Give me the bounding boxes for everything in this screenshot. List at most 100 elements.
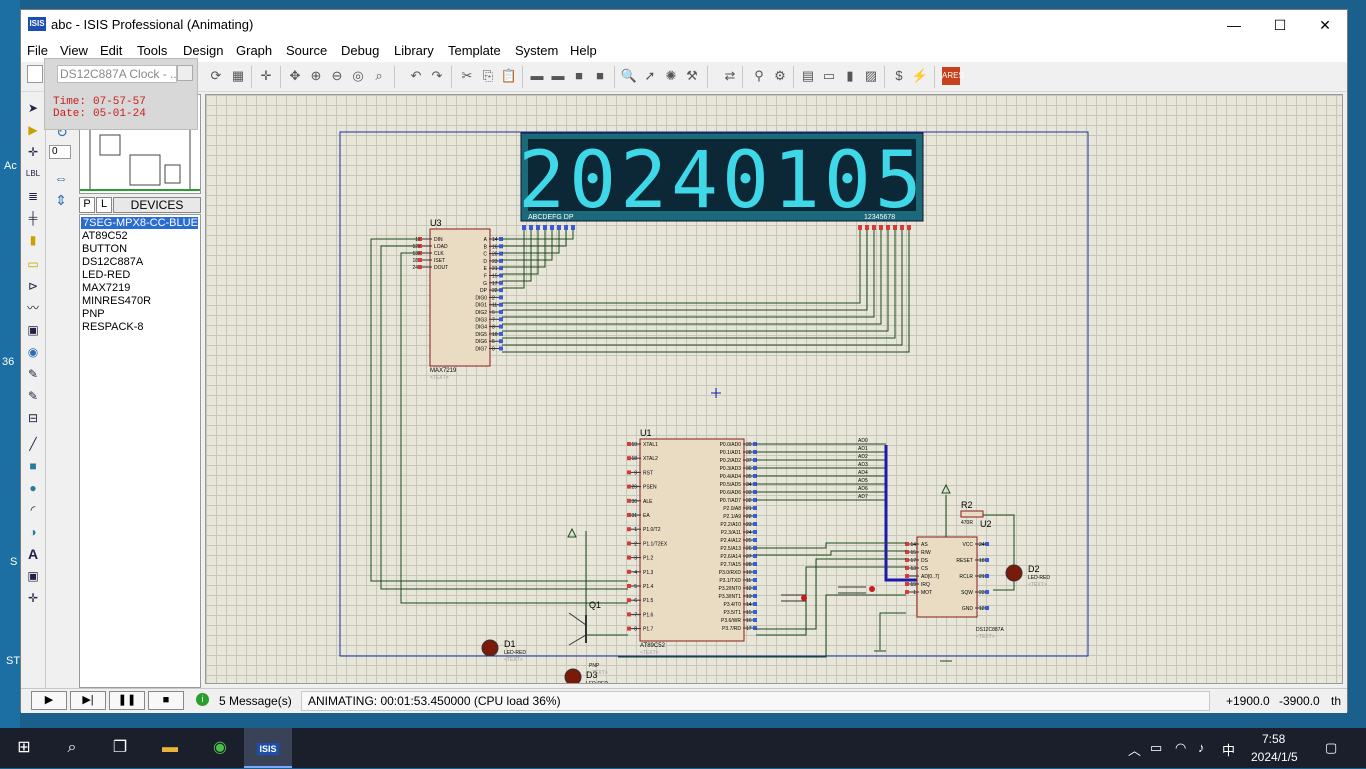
clock-time[interactable]: 7:58 bbox=[1262, 732, 1285, 746]
menu-library[interactable]: Library bbox=[394, 43, 434, 58]
arc-tool-icon[interactable]: ◜ bbox=[24, 501, 42, 519]
zoom-all-icon[interactable]: ◎ bbox=[349, 67, 367, 85]
file-explorer-icon[interactable]: ▬ bbox=[146, 728, 194, 768]
menu-source[interactable]: Source bbox=[286, 43, 327, 58]
redo-icon[interactable]: ↷ bbox=[428, 67, 446, 85]
block-rotate-icon[interactable]: ■ bbox=[570, 67, 588, 85]
line-tool-icon[interactable]: ╱ bbox=[24, 435, 42, 453]
pick-devices-button[interactable]: P bbox=[79, 197, 95, 213]
copy-icon[interactable]: ⎘ bbox=[479, 67, 497, 85]
menu-debug[interactable]: Debug bbox=[341, 43, 379, 58]
search-icon[interactable]: ⌕ bbox=[48, 728, 96, 768]
wire-autorouter-icon[interactable]: ⇄ bbox=[721, 67, 739, 85]
flip-horizontal-icon[interactable]: ⇔ bbox=[51, 170, 71, 188]
minimize-button[interactable]: — bbox=[1211, 10, 1257, 40]
menu-help[interactable]: Help bbox=[570, 43, 597, 58]
marker-tool-icon[interactable]: ✛ bbox=[24, 589, 42, 607]
tape-recorder-icon[interactable]: ▣ bbox=[24, 321, 42, 339]
generator-icon[interactable]: ◉ bbox=[24, 343, 42, 361]
paste-icon[interactable]: 📋 bbox=[500, 67, 518, 85]
ime-indicator[interactable]: 中 bbox=[1222, 740, 1235, 759]
menu-file[interactable]: File bbox=[27, 43, 48, 58]
zoom-in-icon[interactable]: ⊕ bbox=[307, 67, 325, 85]
current-probe-icon[interactable]: ✎ bbox=[24, 387, 42, 405]
wire-label-icon[interactable]: LBL bbox=[24, 165, 42, 183]
box-tool-icon[interactable]: ■ bbox=[24, 457, 42, 475]
zoom-out-icon[interactable]: ⊖ bbox=[328, 67, 346, 85]
property-tool-icon[interactable]: ⚙ bbox=[771, 67, 789, 85]
make-device-icon[interactable]: ➚ bbox=[641, 67, 659, 85]
subcircuit-icon[interactable]: ▮ bbox=[24, 231, 42, 249]
zoom-area-icon[interactable]: ⌕ bbox=[370, 67, 388, 85]
cut-icon[interactable]: ✂ bbox=[458, 67, 476, 85]
bus-icon[interactable]: ╪ bbox=[24, 209, 42, 227]
virtual-instruments-icon[interactable]: ⊟ bbox=[24, 409, 42, 427]
circle-tool-icon[interactable]: ● bbox=[24, 479, 42, 497]
block-copy-icon[interactable]: ▬ bbox=[528, 67, 546, 85]
tray-chevron-icon[interactable]: ︿ bbox=[1128, 740, 1141, 759]
device-item-ds12c887a[interactable]: DS12C887A bbox=[82, 256, 143, 268]
rotation-field[interactable]: 0 bbox=[49, 145, 71, 159]
clock-date[interactable]: 2024/1/5 bbox=[1251, 750, 1298, 764]
symbol-tool-icon[interactable]: ▣ bbox=[24, 567, 42, 585]
menu-graph[interactable]: Graph bbox=[236, 43, 272, 58]
remove-sheet-icon[interactable]: ▭ bbox=[820, 67, 838, 85]
menu-system[interactable]: System bbox=[515, 43, 558, 58]
pause-button[interactable]: ❚❚ bbox=[109, 691, 145, 710]
selection-mode-icon[interactable]: ➤ bbox=[24, 99, 42, 117]
device-item-minres470r[interactable]: MINRES470R bbox=[82, 295, 151, 307]
menu-design[interactable]: Design bbox=[183, 43, 223, 58]
menu-view[interactable]: View bbox=[60, 43, 88, 58]
menu-edit[interactable]: Edit bbox=[100, 43, 122, 58]
device-item-pnp[interactable]: PNP bbox=[82, 308, 105, 320]
refresh-icon[interactable]: ⟳ bbox=[207, 67, 225, 85]
popup-close-icon[interactable] bbox=[177, 65, 193, 81]
graph-mode-icon[interactable]: 〰 bbox=[24, 299, 42, 317]
device-item-7seg[interactable]: 7SEG-MPX8-CC-BLUE bbox=[81, 217, 198, 229]
grid-icon[interactable]: ▦ bbox=[229, 67, 247, 85]
task-view-icon[interactable]: ❐ bbox=[96, 728, 144, 768]
undo-icon[interactable]: ↶ bbox=[407, 67, 425, 85]
volume-icon[interactable]: ♪ bbox=[1198, 740, 1205, 755]
decompose-icon[interactable]: ⚒ bbox=[683, 67, 701, 85]
package-tool-icon[interactable]: ✺ bbox=[662, 67, 680, 85]
message-count[interactable]: 5 Message(s) bbox=[219, 694, 292, 708]
block-move-icon[interactable]: ▬ bbox=[549, 67, 567, 85]
isis-taskbar-icon[interactable]: ISIS bbox=[244, 728, 292, 768]
ares-icon[interactable]: ARES bbox=[942, 67, 964, 85]
stop-button[interactable]: ■ bbox=[148, 691, 184, 710]
text-script-icon[interactable]: ≣ bbox=[24, 187, 42, 205]
netlist-transfer-icon[interactable]: ⚡ bbox=[911, 67, 929, 85]
menu-tools[interactable]: Tools bbox=[137, 43, 167, 58]
flip-vertical-icon[interactable]: ⇕ bbox=[51, 192, 71, 210]
schematic-canvas[interactable]: 20240105 ABCDEFG DP 12345678 U3 MAX7219 … bbox=[205, 94, 1343, 684]
maximize-button[interactable]: ☐ bbox=[1257, 10, 1303, 40]
library-manager-button[interactable]: L bbox=[96, 197, 112, 213]
path-tool-icon[interactable]: ◑ bbox=[24, 523, 42, 541]
step-button[interactable]: ▶| bbox=[70, 691, 106, 710]
notification-icon[interactable]: ▢ bbox=[1325, 740, 1337, 756]
device-item-button[interactable]: BUTTON bbox=[82, 243, 127, 255]
text-tool-icon[interactable]: A bbox=[24, 545, 42, 563]
search-tag-icon[interactable]: ⚲ bbox=[750, 67, 768, 85]
play-button[interactable]: ▶ bbox=[31, 691, 67, 710]
device-item-max7219[interactable]: MAX7219 bbox=[82, 282, 130, 294]
new-file-icon[interactable] bbox=[27, 65, 43, 83]
close-button[interactable]: ✕ bbox=[1302, 10, 1348, 40]
device-item-led-red[interactable]: LED-RED bbox=[82, 269, 130, 281]
device-pins-icon[interactable]: ⊳ bbox=[24, 277, 42, 295]
bom-icon[interactable]: ▨ bbox=[862, 67, 880, 85]
voltage-probe-icon[interactable]: ✎ bbox=[24, 365, 42, 383]
battery-icon[interactable]: ▭ bbox=[1150, 740, 1162, 756]
junction-dot-icon[interactable]: ✛ bbox=[24, 143, 42, 161]
browser-icon[interactable]: ◉ bbox=[196, 728, 244, 768]
terminals-icon[interactable]: ▭ bbox=[24, 255, 42, 273]
windows-start-icon[interactable]: ⊞ bbox=[0, 728, 48, 768]
new-sheet-icon[interactable]: ▤ bbox=[799, 67, 817, 85]
wifi-icon[interactable]: ◠ bbox=[1175, 740, 1186, 756]
pick-device-icon[interactable]: 🔍 bbox=[620, 67, 638, 85]
pan-icon[interactable]: ✥ bbox=[286, 67, 304, 85]
electrical-rule-check-icon[interactable]: $ bbox=[890, 67, 908, 85]
exit-to-parent-icon[interactable]: ▮ bbox=[841, 67, 859, 85]
menu-template[interactable]: Template bbox=[448, 43, 501, 58]
